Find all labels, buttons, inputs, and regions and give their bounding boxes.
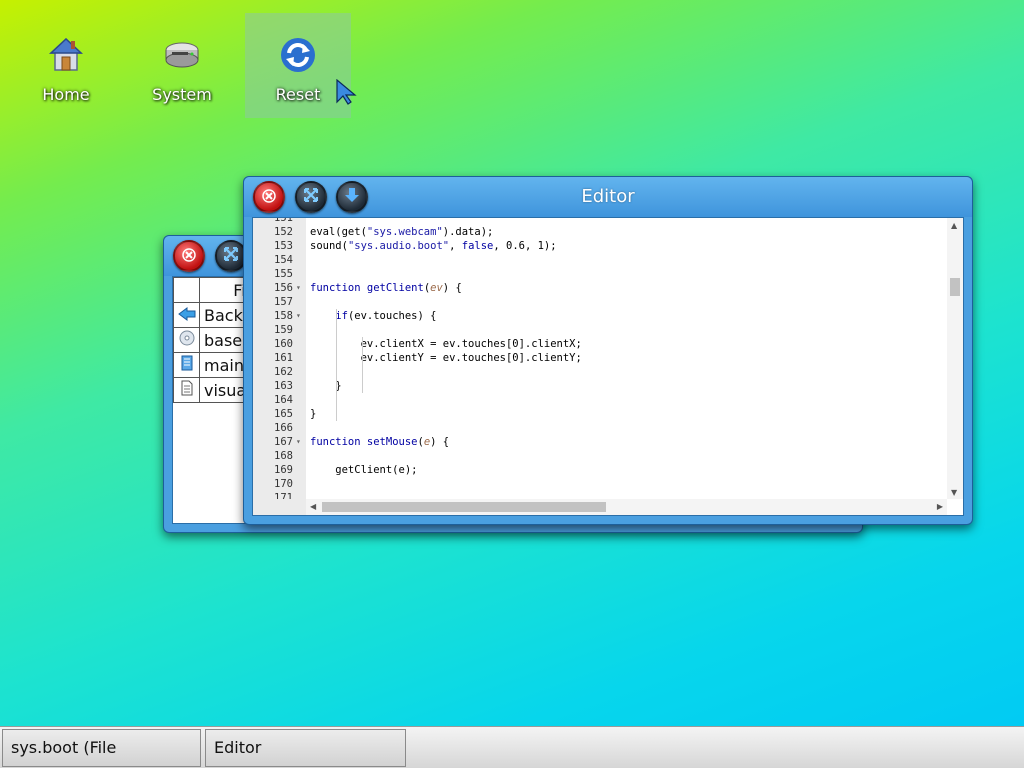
indent-guide <box>362 337 363 393</box>
code-line[interactable]: 152 eval(get("sys.webcam").data); <box>253 225 947 239</box>
fold-toggle-icon[interactable]: ▾ <box>296 281 301 295</box>
code-line[interactable]: 163 } <box>253 379 947 393</box>
code-line[interactable]: 160 ev.clientX = ev.touches[0].clientX; <box>253 337 947 351</box>
code-line[interactable]: 167 ▾ function setMouse(e) { <box>253 435 947 449</box>
fold-toggle-icon[interactable]: ▾ <box>296 309 301 323</box>
code-text: eval(get("sys.webcam").data); <box>310 226 494 238</box>
taskbar-item-file-manager[interactable]: sys.boot (File Manager) <box>2 729 201 767</box>
maximize-icon <box>223 246 239 266</box>
code-line[interactable]: 157 <box>253 295 947 309</box>
code-text: function setMouse(e) { <box>310 436 450 448</box>
line-number: 152 <box>274 226 293 238</box>
code-line[interactable]: 161 ev.clientY = ev.touches[0].clientY; <box>253 351 947 365</box>
scroll-left-icon[interactable]: ◀ <box>310 502 316 511</box>
window-title: Editor <box>581 186 635 207</box>
desktop-icon-label: System <box>152 85 212 104</box>
code-line[interactable]: 168 <box>253 449 947 463</box>
drive-icon <box>163 35 201 75</box>
code-area[interactable]: 151 152 eval(get("sys.webcam").data); 153 so… <box>253 218 947 499</box>
editor-window: Editor 151 152 eval(get("sys.webcam").data… <box>243 176 973 525</box>
vertical-scrollbar[interactable]: ▲ ▼ <box>947 218 963 499</box>
line-number: 167 <box>274 436 293 448</box>
line-number: 156 <box>274 282 293 294</box>
back-arrow-icon <box>173 302 200 328</box>
line-number: 164 <box>274 394 293 406</box>
line-number: 166 <box>274 422 293 434</box>
line-number: 168 <box>274 450 293 462</box>
desktop-icon-label: Reset <box>275 85 321 104</box>
code-text: ev.clientX = ev.touches[0].clientX; <box>310 338 582 350</box>
code-line[interactable]: 162 <box>253 365 947 379</box>
vertical-scroll-thumb[interactable] <box>950 278 960 296</box>
disc-icon <box>173 327 200 353</box>
home-icon <box>47 35 85 75</box>
line-number: 159 <box>274 324 293 336</box>
code-line[interactable]: 153 sound("sys.audio.boot", false, 0.6, 1… <box>253 239 947 253</box>
line-number: 161 <box>274 352 293 364</box>
code-line[interactable]: 154 <box>253 253 947 267</box>
close-icon <box>182 247 196 266</box>
code-text: if(ev.touches) { <box>335 310 437 322</box>
line-number: 170 <box>274 478 293 490</box>
taskbar: sys.boot (File Manager) Editor <box>0 726 1024 768</box>
document-icon <box>173 377 200 403</box>
code-line[interactable]: 155 <box>253 267 947 281</box>
fold-toggle-icon[interactable]: ▾ <box>296 435 301 449</box>
desktop-icon-label: Home <box>42 85 90 104</box>
mouse-cursor-icon <box>336 78 358 109</box>
code-text: } <box>310 408 317 420</box>
scroll-down-icon[interactable]: ▼ <box>951 488 957 497</box>
editor-titlebar[interactable]: Editor <box>244 177 972 217</box>
code-line[interactable]: 159 <box>253 323 947 337</box>
line-number: 162 <box>274 366 293 378</box>
desktop-icon-system[interactable]: System <box>129 13 235 118</box>
taskbar-item-editor[interactable]: Editor <box>205 729 406 767</box>
line-number: 153 <box>274 240 293 252</box>
line-number: 151 <box>274 218 293 224</box>
line-number: 165 <box>274 408 293 420</box>
code-text: sound("sys.audio.boot", false, 0.6, 1); <box>310 240 557 252</box>
close-button[interactable] <box>173 240 205 272</box>
scroll-right-icon[interactable]: ▶ <box>937 502 943 511</box>
icon-column-header <box>173 277 200 303</box>
code-line[interactable]: 151 <box>253 218 947 225</box>
code-text: function getClient(ev) { <box>310 282 462 294</box>
code-line[interactable]: 171 <box>253 491 947 499</box>
line-number: 160 <box>274 338 293 350</box>
code-line[interactable]: 158 ▾ if(ev.touches) { <box>253 309 947 323</box>
code-line[interactable]: 165} <box>253 407 947 421</box>
code-editor[interactable]: 151 152 eval(get("sys.webcam").data); 153 so… <box>252 217 964 516</box>
code-line[interactable]: 166 <box>253 421 947 435</box>
scroll-up-icon[interactable]: ▲ <box>951 221 957 230</box>
indent-guide <box>336 309 337 421</box>
code-line[interactable]: 164 <box>253 393 947 407</box>
line-number: 163 <box>274 380 293 392</box>
line-number: 169 <box>274 464 293 476</box>
horizontal-scrollbar[interactable]: ◀ ▶ <box>306 499 947 515</box>
line-number: 158 <box>274 310 293 322</box>
code-line[interactable]: 170 <box>253 477 947 491</box>
code-line[interactable]: 156 ▾ function getClient(ev) { <box>253 281 947 295</box>
code-text: getClient(e); <box>310 464 418 476</box>
line-number: 154 <box>274 254 293 266</box>
code-text: ev.clientY = ev.touches[0].clientY; <box>310 352 582 364</box>
desktop-icon-home[interactable]: Home <box>13 13 119 118</box>
line-number: 171 <box>274 492 293 499</box>
code-line[interactable]: 169 getClient(e); <box>253 463 947 477</box>
refresh-icon <box>279 35 317 75</box>
line-number: 157 <box>274 296 293 308</box>
script-icon <box>173 352 200 378</box>
horizontal-scroll-thumb[interactable] <box>322 502 606 512</box>
line-number: 155 <box>274 268 293 280</box>
